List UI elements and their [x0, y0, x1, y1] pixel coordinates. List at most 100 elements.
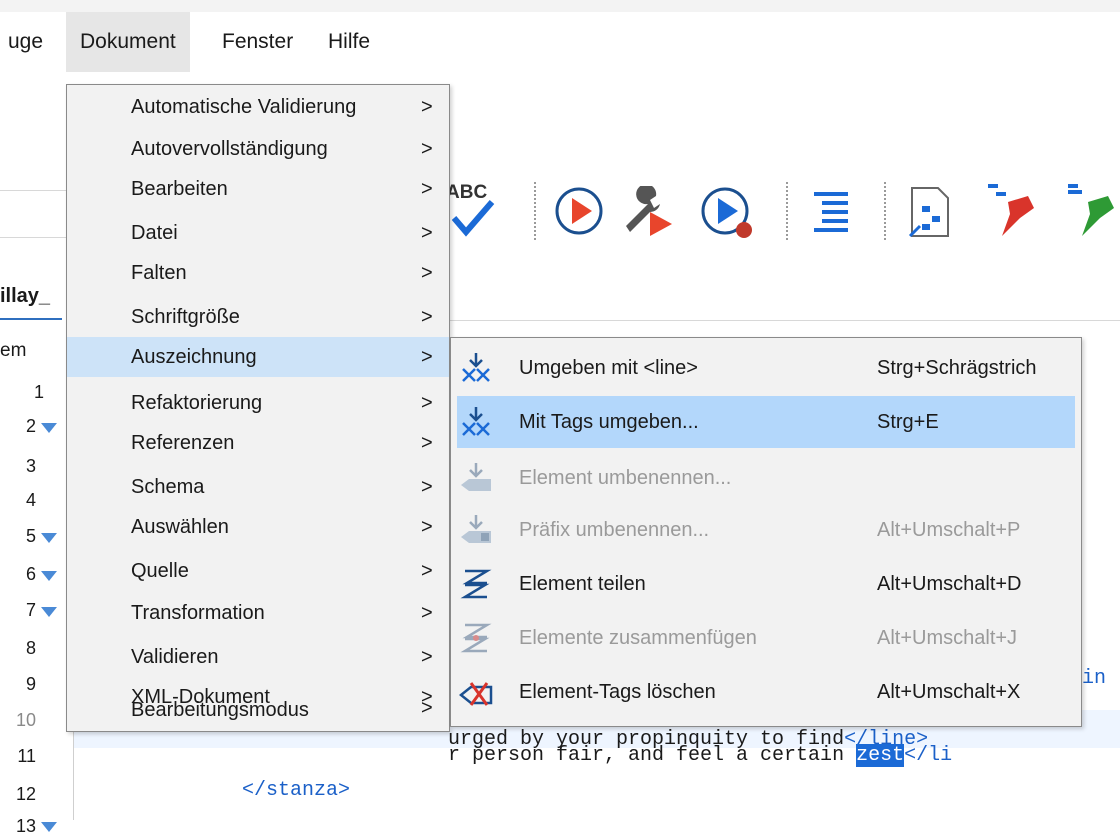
breadcrumb-element: em — [0, 340, 27, 361]
menu-item-label: Auswählen — [131, 516, 229, 538]
code-text: r person fair, and feel a certain — [448, 744, 857, 767]
menu-item-datei[interactable]: Datei > — [67, 213, 449, 253]
menu-item-label: Refaktorierung — [131, 392, 263, 414]
submenu-arrow-icon: > — [421, 222, 433, 244]
submenu-arrow-icon: > — [421, 346, 433, 368]
code-tag: </li — [904, 744, 953, 767]
menu-item-transformation[interactable]: Transformation > — [67, 593, 449, 633]
surround-tag-icon — [462, 353, 490, 382]
toolbar-divider — [0, 190, 66, 191]
run-transformation-icon[interactable] — [554, 186, 604, 241]
submenu-arrow-icon: > — [421, 476, 433, 498]
menu-bar: uge Dokument Fenster Hilfe — [0, 12, 1120, 72]
line-number: 9 — [25, 674, 36, 694]
window-top-strip — [0, 0, 1120, 12]
line-number: 8 — [25, 638, 36, 658]
menu-item-refaktorierung[interactable]: Refaktorierung > — [67, 383, 449, 423]
submenu-item-element-umbenennen[interactable]: Element umbenennen... — [451, 452, 1081, 504]
fold-triangle-icon[interactable] — [41, 423, 57, 433]
menu-item-auszeichnung[interactable]: Auszeichnung > — [67, 337, 449, 377]
menu-item-falten[interactable]: Falten > — [67, 253, 449, 293]
submenu-item-label: Element-Tags löschen — [519, 681, 716, 703]
keyboard-shortcut: Alt+Umschalt+P — [877, 519, 1021, 541]
line-number: 2 — [25, 416, 36, 436]
menu-item-label: Auszeichnung — [131, 346, 257, 368]
active-tab-indicator — [0, 318, 62, 320]
menu-fenster[interactable]: Fenster — [208, 12, 307, 72]
menu-item-quelle[interactable]: Quelle > — [67, 551, 449, 591]
submenu-item-element-tags-loeschen[interactable]: Element-Tags löschen Alt+Umschalt+X — [451, 666, 1081, 718]
submenu-arrow-icon: > — [421, 178, 433, 200]
submenu-arrow-icon: > — [421, 96, 433, 118]
line-number: 5 — [25, 526, 36, 546]
menu-werkzeuge[interactable]: uge — [0, 12, 57, 72]
menu-dokument[interactable]: Dokument — [66, 12, 190, 72]
menu-item-label: Transformation — [131, 602, 265, 624]
split-element-icon — [460, 569, 492, 599]
submenu-item-umgeben-mit-line[interactable]: Umgeben mit <line> Strg+Schrägstrich — [451, 342, 1081, 394]
submenu-item-praefix-umbenennen[interactable]: Präfix umbenennen... Alt+Umschalt+P — [451, 504, 1081, 556]
line-number-gutter: 1 2 3 4 5 6 7 8 9 10 11 12 13 — [0, 372, 74, 836]
spellcheck-icon[interactable]: ABC — [446, 182, 500, 245]
keyboard-shortcut: Strg+Schrägstrich — [877, 357, 1037, 379]
configure-transformation-icon[interactable] — [620, 184, 674, 241]
menu-item-schriftgroesse[interactable]: Schriftgröße > — [67, 297, 449, 337]
fold-triangle-icon[interactable] — [41, 822, 57, 832]
selected-text[interactable]: zest — [856, 744, 905, 767]
submenu-item-elemente-zusammenfuegen[interactable]: Elemente zusammenfügen Alt+Umschalt+J — [451, 612, 1081, 664]
submenu-item-label: Mit Tags umgeben... — [519, 411, 699, 433]
toolbar-separator — [534, 182, 536, 240]
menu-item-bearbeitungsmodus[interactable]: Bearbeitungsmodus > — [67, 689, 449, 727]
line-number: 10 — [15, 710, 36, 730]
debug-transformation-icon[interactable] — [700, 186, 758, 249]
menu-item-auswaehlen[interactable]: Auswählen > — [67, 507, 449, 547]
keyboard-shortcut: Alt+Umschalt+D — [877, 573, 1022, 595]
submenu-item-label: Element teilen — [519, 573, 646, 595]
menu-item-automatische-validierung[interactable]: Automatische Validierung > — [67, 87, 449, 127]
submenu-arrow-icon: > — [421, 602, 433, 624]
menu-item-validieren[interactable]: Validieren > — [67, 637, 449, 677]
keyboard-shortcut: Alt+Umschalt+X — [877, 681, 1021, 703]
submenu-arrow-icon: > — [421, 516, 433, 538]
menu-item-autovervollstaendigung[interactable]: Autovervollständigung > — [67, 129, 449, 169]
pin-red-icon[interactable] — [986, 182, 1038, 243]
spellcheck-label: ABC — [446, 182, 488, 203]
menu-item-label: Bearbeiten — [131, 178, 228, 200]
line-number: 4 — [25, 490, 36, 510]
line-number: 3 — [25, 456, 36, 476]
menu-item-referenzen[interactable]: Referenzen > — [67, 423, 449, 463]
menu-item-label: Schriftgröße — [131, 306, 240, 328]
pin-green-icon[interactable] — [1064, 182, 1120, 243]
menu-item-label: Quelle — [131, 560, 189, 582]
delete-tags-icon — [459, 682, 493, 706]
menu-item-bearbeiten[interactable]: Bearbeiten > — [67, 169, 449, 209]
code-text: in — [1082, 667, 1107, 690]
line-number: 13 — [15, 816, 36, 836]
submenu-arrow-icon: > — [421, 392, 433, 414]
line-number: 12 — [15, 784, 36, 804]
xml-schema-icon[interactable] — [908, 186, 952, 243]
menu-item-label: Autovervollständigung — [131, 138, 328, 160]
submenu-arrow-icon: > — [421, 432, 433, 454]
code-line-12: </stanza> — [242, 779, 351, 802]
fold-triangle-icon[interactable] — [41, 607, 57, 617]
submenu-arrow-icon: > — [421, 138, 433, 160]
join-elements-icon — [460, 623, 492, 653]
dokument-menu: Automatische Validierung > Autovervollstä… — [66, 84, 450, 732]
menu-item-label: Falten — [131, 262, 187, 284]
menu-item-label: Automatische Validierung — [131, 96, 357, 118]
submenu-item-mit-tags-umgeben[interactable]: Mit Tags umgeben... Strg+E — [457, 396, 1075, 448]
submenu-item-label: Element umbenennen... — [519, 467, 732, 489]
editor-tab-title[interactable]: illay_ — [0, 285, 50, 308]
keyboard-shortcut: Strg+E — [877, 411, 939, 433]
submenu-item-label: Präfix umbenennen... — [519, 519, 710, 541]
submenu-item-label: Elemente zusammenfügen — [519, 627, 757, 649]
fold-triangle-icon[interactable] — [41, 571, 57, 581]
menu-item-schema[interactable]: Schema > — [67, 467, 449, 507]
fold-triangle-icon[interactable] — [41, 533, 57, 543]
submenu-item-element-teilen[interactable]: Element teilen Alt+Umschalt+D — [451, 558, 1081, 610]
toolbar-separator-3 — [884, 182, 886, 240]
rename-element-icon — [461, 463, 491, 491]
menu-hilfe[interactable]: Hilfe — [314, 12, 384, 72]
format-indent-icon[interactable] — [812, 190, 852, 237]
